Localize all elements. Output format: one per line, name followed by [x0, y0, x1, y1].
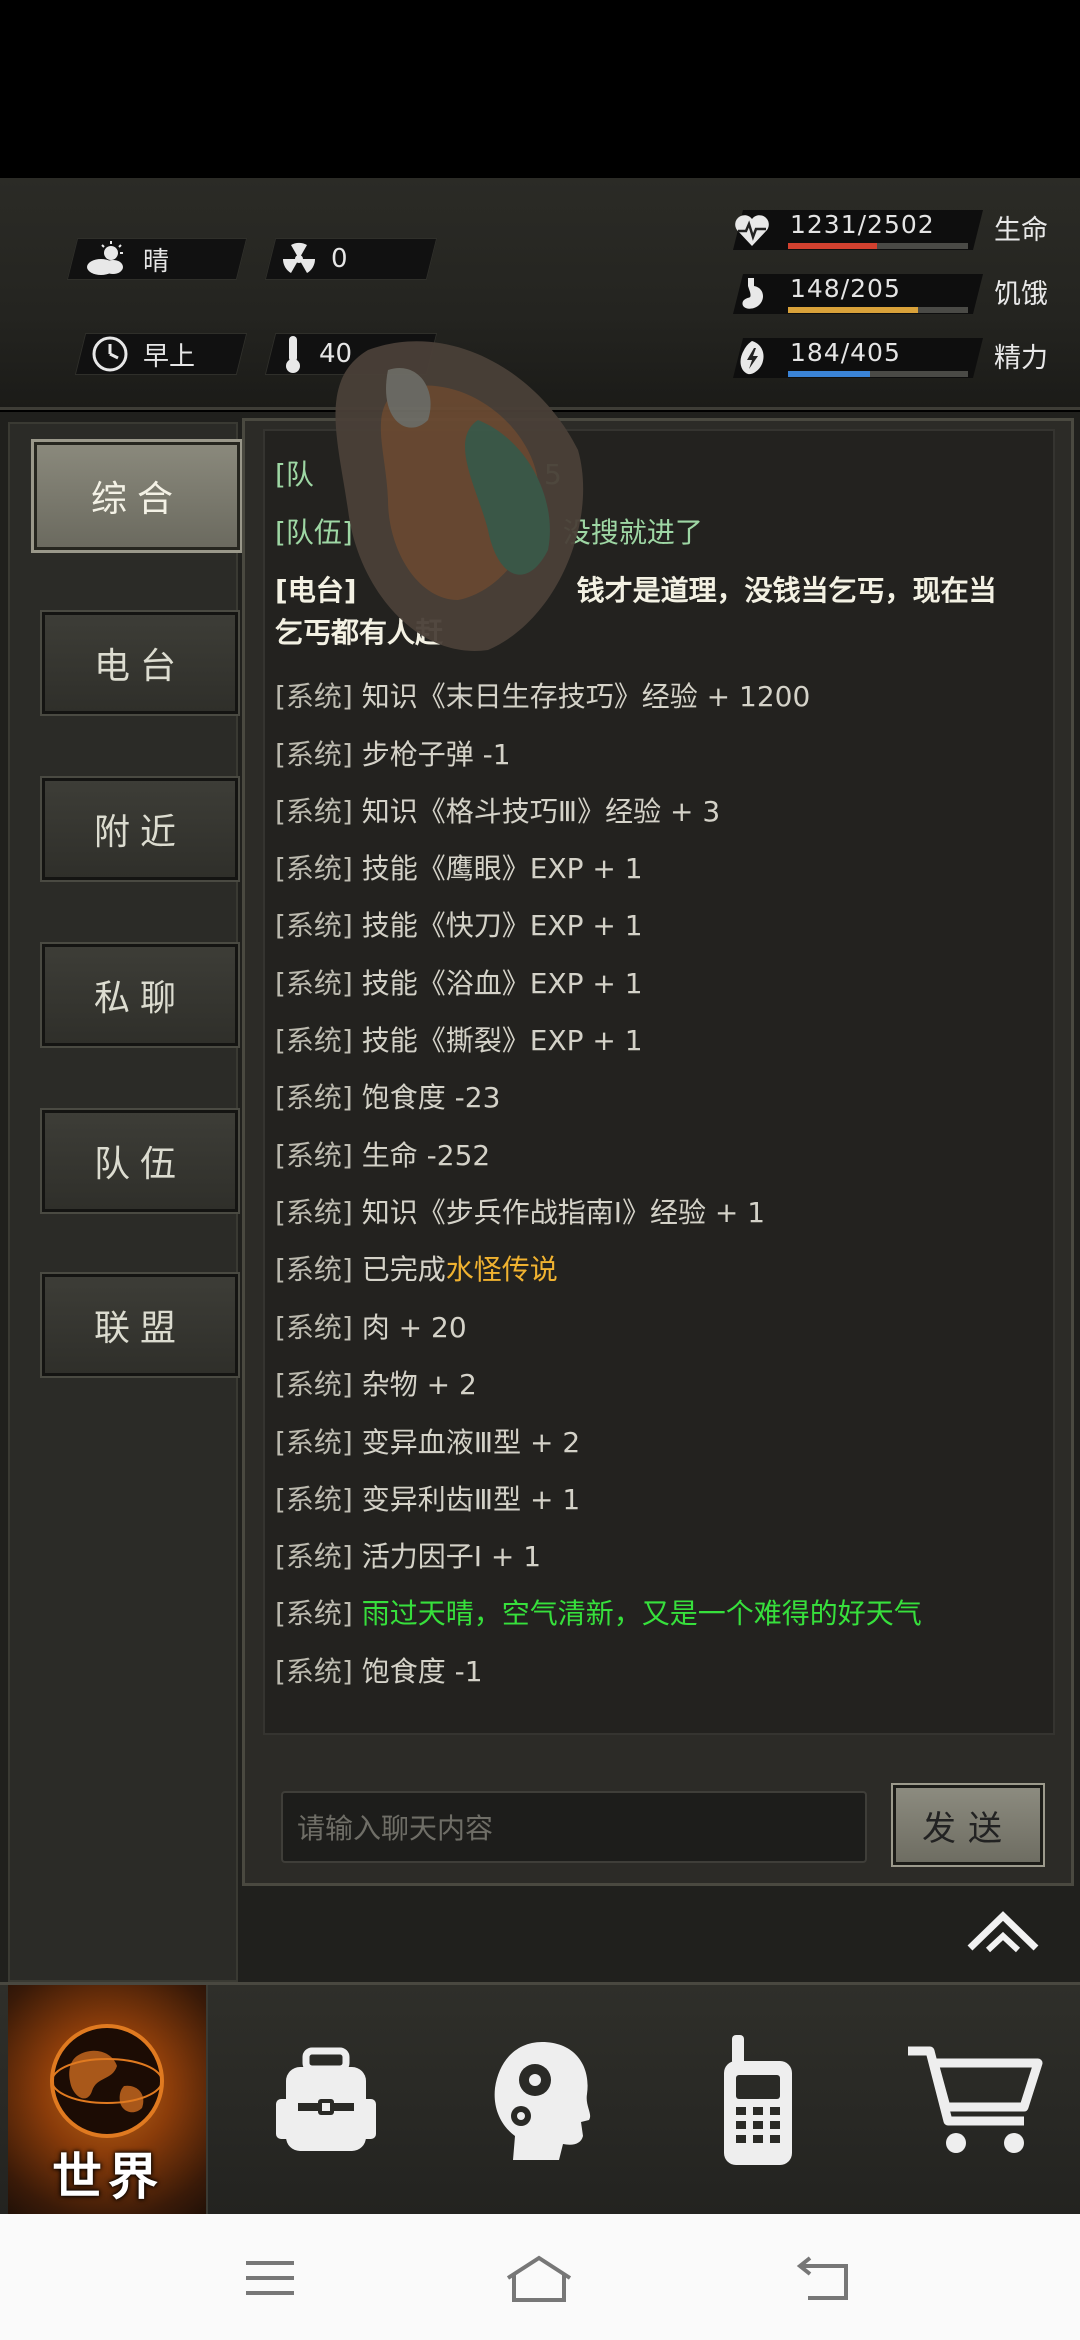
collapse-chevron-icon[interactable] — [966, 1908, 1040, 1956]
radiation-chip: 0 — [264, 238, 438, 280]
chat-line: [系统] 技能《快刀》EXP + 1 — [275, 909, 643, 942]
menu-icon[interactable] — [244, 2259, 296, 2297]
tab-nearby[interactable]: 附近 — [40, 776, 240, 882]
nav-backpack[interactable] — [218, 1985, 434, 2217]
bottom-nav: 世界 — [0, 1982, 1080, 2217]
nav-radio[interactable] — [650, 1985, 866, 2217]
tab-alliance[interactable]: 联盟 — [40, 1272, 240, 1378]
stat-health-value: 1231/2502 — [790, 210, 935, 239]
stat-hunger-bar — [788, 307, 918, 313]
nav-shop[interactable] — [866, 1985, 1080, 2217]
backpack-icon — [276, 2047, 376, 2151]
stat-energy-value: 184/405 — [790, 338, 901, 367]
stat-health: 1231/2502 生命 — [718, 204, 1068, 254]
tab-general[interactable]: 综合 — [31, 439, 243, 553]
time-chip: 早上 — [74, 333, 248, 375]
chat-line: [系统] 变异利齿Ⅲ型 + 1 — [275, 1483, 581, 1516]
weather-sun-cloud-icon — [87, 241, 123, 275]
tab-private[interactable]: 私聊 — [40, 942, 240, 1048]
redaction-smudge — [335, 341, 584, 651]
walkie-talkie-icon — [724, 2035, 792, 2165]
tab-radio[interactable]: 电台 — [40, 610, 240, 716]
chat-line: [系统] 变异血液Ⅲ型 + 2 — [275, 1426, 581, 1459]
radiation-value: 0 — [331, 244, 348, 274]
nav-world[interactable]: 世界 — [8, 1985, 208, 2217]
stat-health-bar — [788, 243, 877, 249]
stat-energy-bar — [788, 371, 870, 377]
chat-line: [系统] 知识《格斗技巧Ⅲ》经验 + 3 — [275, 795, 721, 828]
chat-line: [系统] 技能《撕裂》EXP + 1 — [275, 1024, 643, 1057]
shopping-cart-icon — [908, 2046, 1043, 2153]
clock-icon — [92, 336, 128, 372]
chat-line: [系统] 技能《鹰眼》EXP + 1 — [275, 852, 643, 885]
tab-team[interactable]: 队伍 — [40, 1108, 240, 1214]
stomach-icon — [742, 278, 763, 309]
chat-line: [系统] 知识《末日生存技巧》经验 + 1200 — [275, 680, 811, 713]
head-gears-icon — [494, 2042, 591, 2160]
send-button[interactable]: 发送 — [891, 1783, 1045, 1867]
status-bar-area — [0, 0, 1080, 178]
chat-line: [系统] 饱食度 -1 — [275, 1655, 483, 1688]
time-of-day-label: 早上 — [143, 341, 196, 372]
radiation-icon — [282, 242, 316, 273]
chat-line: [系统] 肉 + 20 — [275, 1311, 467, 1344]
system-navigation-bar — [0, 2214, 1080, 2340]
chat-line: [系统] 步枪子弹 -1 — [275, 738, 511, 771]
thermometer-icon — [286, 336, 300, 373]
nav-skills[interactable] — [434, 1985, 650, 2217]
chat-line: [系统] 杂物 + 2 — [275, 1368, 477, 1401]
chat-line: [系统] 技能《浴血》EXP + 1 — [275, 967, 643, 1000]
weather-chip: 晴 — [66, 238, 248, 280]
weather-label: 晴 — [143, 246, 170, 277]
chat-line: [系统] 饱食度 -23 — [275, 1081, 501, 1114]
stat-hunger-value: 148/205 — [790, 274, 901, 303]
chat-line: [系统] 已完成水怪传说 — [275, 1253, 558, 1286]
chat-line: [系统] 知识《步兵作战指南Ⅰ》经验 + 1 — [275, 1196, 766, 1229]
home-icon[interactable] — [504, 2254, 574, 2304]
stat-energy-label: 精力 — [994, 343, 1048, 374]
globe-icon — [50, 2024, 164, 2138]
chat-line: [系统] 雨过天晴，空气清新，又是一个难得的好天气 — [275, 1597, 922, 1630]
back-icon[interactable] — [796, 2256, 852, 2302]
stat-health-label: 生命 — [994, 215, 1048, 246]
stat-hunger-label: 饥饿 — [994, 279, 1048, 310]
stat-hunger: 148/205 饥饿 — [718, 268, 1068, 318]
chat-line: [系统] 生命 -252 — [275, 1139, 491, 1172]
chat-line: [系统] 活力因子Ⅰ + 1 — [275, 1540, 542, 1573]
chat-input-placeholder: 请输入聊天内容 — [297, 1812, 494, 1845]
quest-name: 水怪传说 — [445, 1253, 558, 1286]
energy-icon — [740, 341, 764, 375]
nav-world-label: 世界 — [52, 2148, 164, 2206]
stat-energy: 184/405 精力 — [718, 332, 1068, 382]
heart-icon — [735, 215, 769, 246]
chat-input[interactable]: 请输入聊天内容 — [281, 1791, 867, 1863]
